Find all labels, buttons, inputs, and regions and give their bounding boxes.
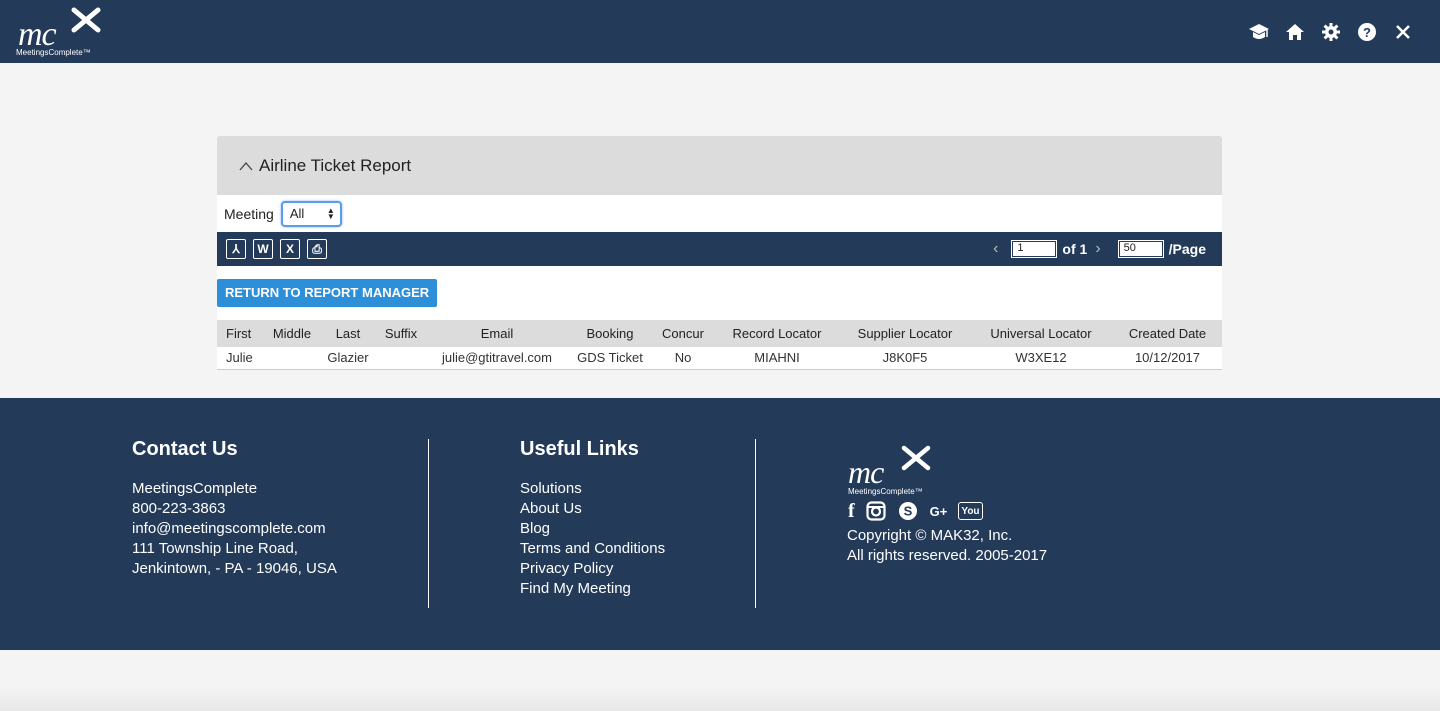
report-table: First Middle Last Suffix Email Booking Concur R… bbox=[217, 320, 1222, 370]
logo-mark: mc bbox=[18, 16, 57, 53]
help-icon[interactable]: ? bbox=[1356, 19, 1378, 45]
pdf-icon[interactable]: ⅄ bbox=[226, 239, 246, 259]
column-header[interactable]: Supplier Locator bbox=[841, 320, 969, 347]
table-cell: julie@gtitravel.com bbox=[441, 350, 552, 366]
link-find-my-meeting[interactable]: Find My Meeting bbox=[520, 579, 665, 599]
social-links: f S G+ You bbox=[848, 500, 983, 522]
useful-links-section: Useful Links Solutions About Us Blog Ter… bbox=[520, 438, 665, 599]
table-cell bbox=[375, 347, 427, 369]
column-header[interactable]: Universal Locator bbox=[969, 320, 1113, 347]
useful-links-title: Useful Links bbox=[520, 438, 639, 460]
table-header-row: First Middle Last Suffix Email Booking Concur R… bbox=[217, 320, 1222, 347]
table-cell: J8K0F5 bbox=[882, 350, 928, 366]
contact-company: MeetingsComplete bbox=[132, 480, 258, 497]
logo-brand: MeetingsComplete™ bbox=[16, 48, 91, 57]
copyright: Copyright © MAK32, Inc. All rights reser… bbox=[847, 526, 1047, 566]
google-plus-icon[interactable]: G+ bbox=[930, 501, 948, 521]
copyright-line1: Copyright © MAK32, Inc. bbox=[847, 527, 1013, 544]
meeting-filter-label: Meeting bbox=[224, 205, 274, 222]
column-header[interactable]: Suffix bbox=[375, 320, 427, 347]
link-blog[interactable]: Blog bbox=[520, 519, 665, 539]
column-header[interactable]: Booking bbox=[567, 320, 653, 347]
table-row[interactable]: Julie Glazier julie@gtitravel.com GDS Ticke… bbox=[217, 347, 1222, 369]
column-header[interactable]: First bbox=[217, 320, 263, 347]
plane-icon bbox=[71, 7, 101, 33]
contact-phone[interactable]: 800-223-3863 bbox=[132, 499, 337, 519]
column-header[interactable]: Record Locator bbox=[713, 320, 841, 347]
contact-section: Contact Us MeetingsComplete 800-223-3863… bbox=[132, 438, 337, 579]
column-header[interactable]: Created Date bbox=[1113, 320, 1222, 347]
footer-logo-mark: mc bbox=[848, 454, 884, 490]
contact-address-line2: Jenkintown, - PA - 19046, USA bbox=[132, 560, 337, 577]
footer: Contact Us MeetingsComplete 800-223-3863… bbox=[0, 398, 1440, 650]
meeting-select-value: All bbox=[289, 206, 305, 221]
column-header[interactable]: Email bbox=[427, 320, 567, 347]
page-title: Airline Ticket Report bbox=[259, 155, 412, 175]
word-icon[interactable]: W bbox=[253, 239, 273, 259]
table-cell: Glazier bbox=[327, 350, 369, 366]
next-page-button[interactable]: › bbox=[1095, 240, 1100, 258]
per-page-label: /Page bbox=[1168, 241, 1206, 257]
page-count: of 1 bbox=[1062, 241, 1088, 257]
table-cell: GDS Ticket bbox=[577, 350, 643, 366]
print-icon[interactable]: ⎙ bbox=[307, 239, 327, 259]
contact-address-line1: 111 Township Line Road, bbox=[132, 540, 298, 557]
select-arrows-icon: ▲ ▼ bbox=[326, 205, 335, 221]
youtube-icon[interactable]: You bbox=[958, 502, 983, 520]
close-icon[interactable] bbox=[1392, 19, 1414, 45]
meeting-select[interactable]: All ▲ ▼ bbox=[280, 200, 342, 227]
return-to-report-manager-button[interactable]: RETURN TO REPORT MANAGER bbox=[217, 279, 438, 307]
home-icon[interactable] bbox=[1284, 19, 1306, 45]
page-bottom bbox=[0, 650, 1440, 711]
report-panel: Airline Ticket Report Meeting All ▲ ▼ ⅄ W… bbox=[217, 136, 1222, 370]
link-terms[interactable]: Terms and Conditions bbox=[520, 539, 665, 559]
graduation-cap-icon[interactable] bbox=[1248, 19, 1270, 45]
filter-row: Meeting All ▲ ▼ bbox=[217, 195, 1222, 232]
per-page-input[interactable]: 50 bbox=[1117, 240, 1164, 258]
table-cell: Julie bbox=[226, 350, 253, 366]
contact-title: Contact Us bbox=[132, 438, 238, 460]
link-about-us[interactable]: About Us bbox=[520, 499, 665, 519]
pager: ‹ 1 of 1 › 50 /Page bbox=[993, 232, 1206, 266]
page-number-input[interactable]: 1 bbox=[1011, 240, 1058, 258]
button-row: RETURN TO REPORT MANAGER bbox=[217, 266, 1222, 320]
facebook-icon[interactable]: f bbox=[848, 500, 855, 522]
meetingscomplete-logo[interactable]: mc MeetingsComplete™ bbox=[16, 6, 106, 58]
column-header[interactable]: Middle bbox=[263, 320, 321, 347]
gear-icon[interactable] bbox=[1320, 19, 1342, 45]
excel-icon[interactable]: X bbox=[280, 239, 300, 259]
table-cell bbox=[263, 347, 321, 369]
top-icon-bar: ? bbox=[1248, 19, 1414, 45]
footer-divider bbox=[428, 439, 429, 608]
table-cell: No bbox=[674, 350, 692, 366]
table-cell: MIAHNI bbox=[754, 350, 800, 366]
footer-divider bbox=[755, 439, 756, 608]
export-toolbar: ⅄ W X ⎙ ‹ 1 of 1 › 50 /Page bbox=[217, 232, 1222, 266]
contact-email[interactable]: info@meetingscomplete.com bbox=[132, 519, 337, 539]
chevron-up-icon[interactable] bbox=[239, 161, 253, 171]
copyright-line2: All rights reserved. 2005-2017 bbox=[847, 547, 1048, 564]
link-solutions[interactable]: Solutions bbox=[520, 479, 665, 499]
prev-page-button[interactable]: ‹ bbox=[993, 240, 998, 258]
column-header[interactable]: Concur bbox=[653, 320, 713, 347]
instagram-icon[interactable] bbox=[866, 501, 886, 521]
table-cell: 10/12/2017 bbox=[1134, 350, 1201, 366]
panel-header[interactable]: Airline Ticket Report bbox=[217, 136, 1222, 195]
plane-icon bbox=[901, 445, 931, 471]
svg-text:?: ? bbox=[1363, 25, 1371, 40]
footer-logo-brand: MeetingsComplete™ bbox=[848, 487, 923, 496]
skype-icon[interactable]: S bbox=[897, 501, 919, 521]
column-header[interactable]: Last bbox=[321, 320, 375, 347]
table-cell: W3XE12 bbox=[1015, 350, 1067, 366]
footer-logo: mc MeetingsComplete™ bbox=[848, 444, 938, 496]
svg-text:S: S bbox=[903, 504, 912, 519]
link-privacy[interactable]: Privacy Policy bbox=[520, 559, 665, 579]
top-bar: mc MeetingsComplete™ ? bbox=[0, 0, 1440, 63]
